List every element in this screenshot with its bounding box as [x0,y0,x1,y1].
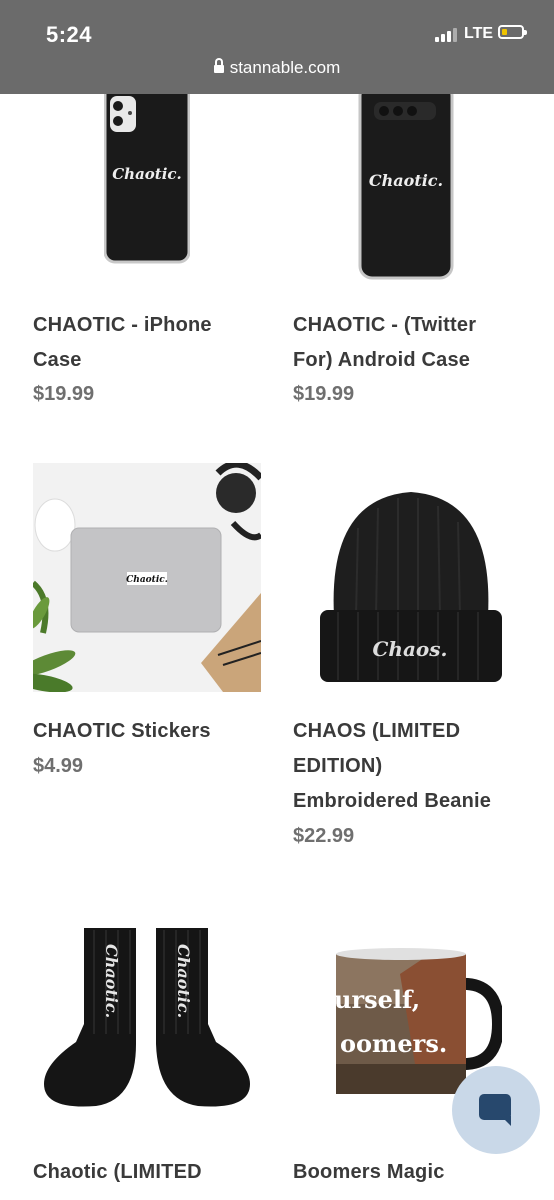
case-logo-text: Chaotic. [112,165,182,183]
product-price: $19.99 [33,383,95,405]
product-image[interactable]: Chaotic. [358,94,454,282]
stickers-image: Chaotic. [33,463,261,692]
battery-icon [498,25,527,39]
beanie-image: Chaos. [320,492,502,682]
case-logo-text: Chaotic. [369,171,443,190]
signal-icon [435,28,459,42]
mug-text-line-2: oomers. [340,1029,447,1058]
product-image[interactable]: Chaotic. [33,463,261,692]
sock-logo-text: Chaotic. [174,944,193,1018]
product-price: $19.99 [293,383,355,405]
mug-text-line-1: urself, [334,985,420,1014]
product-title[interactable]: CHAOTIC - iPhone Case [33,308,212,378]
iphone-case-image: Chaotic. [104,94,190,264]
product-price: $4.99 [33,755,84,777]
product-image[interactable]: Chaotic. Chaotic. [40,924,256,1114]
product-title[interactable]: Boomers Magic [293,1155,445,1190]
beanie-logo-text: Chaos. [373,637,448,661]
socks-image: Chaotic. Chaotic. [44,928,250,1107]
sock-logo-text: Chaotic. [102,944,121,1018]
status-time: 5:24 [46,22,93,47]
product-price: $22.99 [293,825,355,847]
product-image[interactable]: Chaotic. [104,94,190,264]
product-image[interactable]: Chaos. [318,488,504,684]
sticker-text: Chaotic. [126,575,168,585]
network-label: LTE [464,25,494,42]
url-text: stannable.com [229,58,341,77]
browser-top-bar: 5:24 LTE stannable.com [0,0,554,94]
product-title[interactable]: CHAOS (LIMITED EDITION) Embroidered Bean… [293,714,491,819]
lock-icon [213,58,224,73]
chat-button[interactable] [452,1066,540,1154]
product-title[interactable]: CHAOTIC Stickers [33,714,211,749]
product-title[interactable]: CHAOTIC - (Twitter For) Android Case [293,308,476,378]
url-bar[interactable]: stannable.com [0,58,554,78]
android-case-image: Chaotic. [358,94,454,280]
product-title[interactable]: Chaotic (LIMITED [33,1155,202,1190]
